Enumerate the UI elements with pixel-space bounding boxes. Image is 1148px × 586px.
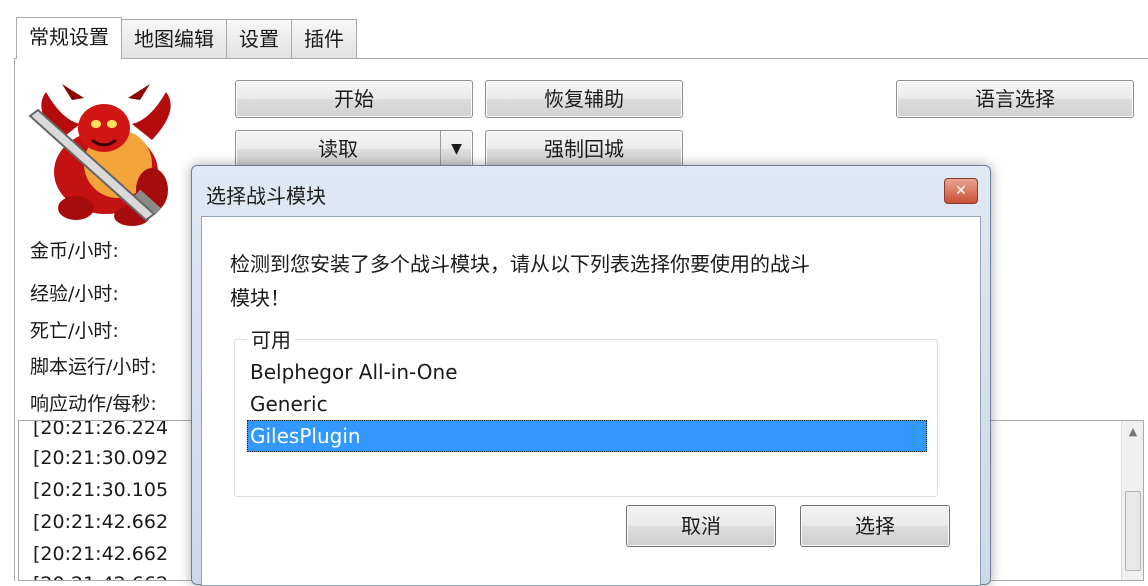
restore-assist-button[interactable]: 恢复辅助 xyxy=(485,80,683,118)
dialog-title: 选择战斗模块 xyxy=(206,184,326,208)
dropdown-arrow-icon[interactable]: ▼ xyxy=(440,131,472,167)
log-line: [20:21:26.224 xyxy=(33,420,169,439)
force-town-button[interactable]: 强制回城 xyxy=(485,130,683,168)
dialog-message: 检测到您安装了多个战斗模块，请从以下列表选择你要使用的战斗 模块！ xyxy=(230,247,950,315)
tab-map-editor[interactable]: 地图编辑 xyxy=(121,19,227,59)
log-line: [20:21:42.662 xyxy=(33,543,169,565)
dialog-content: 检测到您安装了多个战斗模块，请从以下列表选择你要使用的战斗 模块！ 可用 Bel… xyxy=(201,216,981,586)
main-window: 常规设置 地图编辑 设置 插件 开始 恢复辅助 语言选择 读取 ▼ 强制回城 金… xyxy=(0,0,1148,586)
load-button-label: 读取 xyxy=(318,137,358,161)
tab-general-settings[interactable]: 常规设置 xyxy=(16,17,122,59)
select-button[interactable]: 选择 xyxy=(800,505,950,547)
tab-settings[interactable]: 设置 xyxy=(226,19,292,59)
log-line: [20:21:42.662 xyxy=(33,573,168,580)
log-line: [20:21:42.662 xyxy=(33,511,169,533)
log-line: [20:21:30.092 xyxy=(33,447,169,469)
language-select-button[interactable]: 语言选择 xyxy=(896,80,1134,118)
log-line: [20:21:30.105 xyxy=(33,479,169,501)
scroll-thumb[interactable] xyxy=(1125,491,1141,571)
tab-bar: 常规设置 地图编辑 设置 插件 xyxy=(16,17,357,59)
available-modules-group: 可用 Belphegor All-in-One Generic GilesPlu… xyxy=(234,324,938,497)
actions-per-second-label: 响应动作/每秒: xyxy=(30,393,157,415)
close-icon[interactable]: ✕ xyxy=(944,178,978,204)
log-scrollbar[interactable]: ▲ xyxy=(1121,421,1143,580)
demon-logo-icon xyxy=(28,84,171,226)
scroll-up-icon[interactable]: ▲ xyxy=(1122,425,1143,445)
list-item-generic[interactable]: Generic xyxy=(247,388,927,420)
tab-plugins[interactable]: 插件 xyxy=(291,19,357,59)
death-per-hour-label: 死亡/小时: xyxy=(30,320,119,342)
dialog-message-line: 模块！ xyxy=(230,286,290,310)
exp-per-hour-label: 经验/小时: xyxy=(30,283,119,305)
gold-per-hour-label: 金币/小时: xyxy=(30,240,119,262)
load-dropdown-button[interactable]: 读取 ▼ xyxy=(235,130,473,168)
group-label: 可用 xyxy=(247,324,295,353)
script-run-per-hour-label: 脚本运行/小时: xyxy=(30,356,157,378)
list-item-gilesplugin[interactable]: GilesPlugin xyxy=(247,420,927,452)
start-button[interactable]: 开始 xyxy=(235,80,473,118)
list-item-belphegor[interactable]: Belphegor All-in-One xyxy=(247,356,927,388)
dialog-message-line: 检测到您安装了多个战斗模块，请从以下列表选择你要使用的战斗 xyxy=(230,252,810,276)
select-combat-module-dialog: 选择战斗模块 ✕ 检测到您安装了多个战斗模块，请从以下列表选择你要使用的战斗 模… xyxy=(191,165,991,586)
cancel-button[interactable]: 取消 xyxy=(626,505,776,547)
